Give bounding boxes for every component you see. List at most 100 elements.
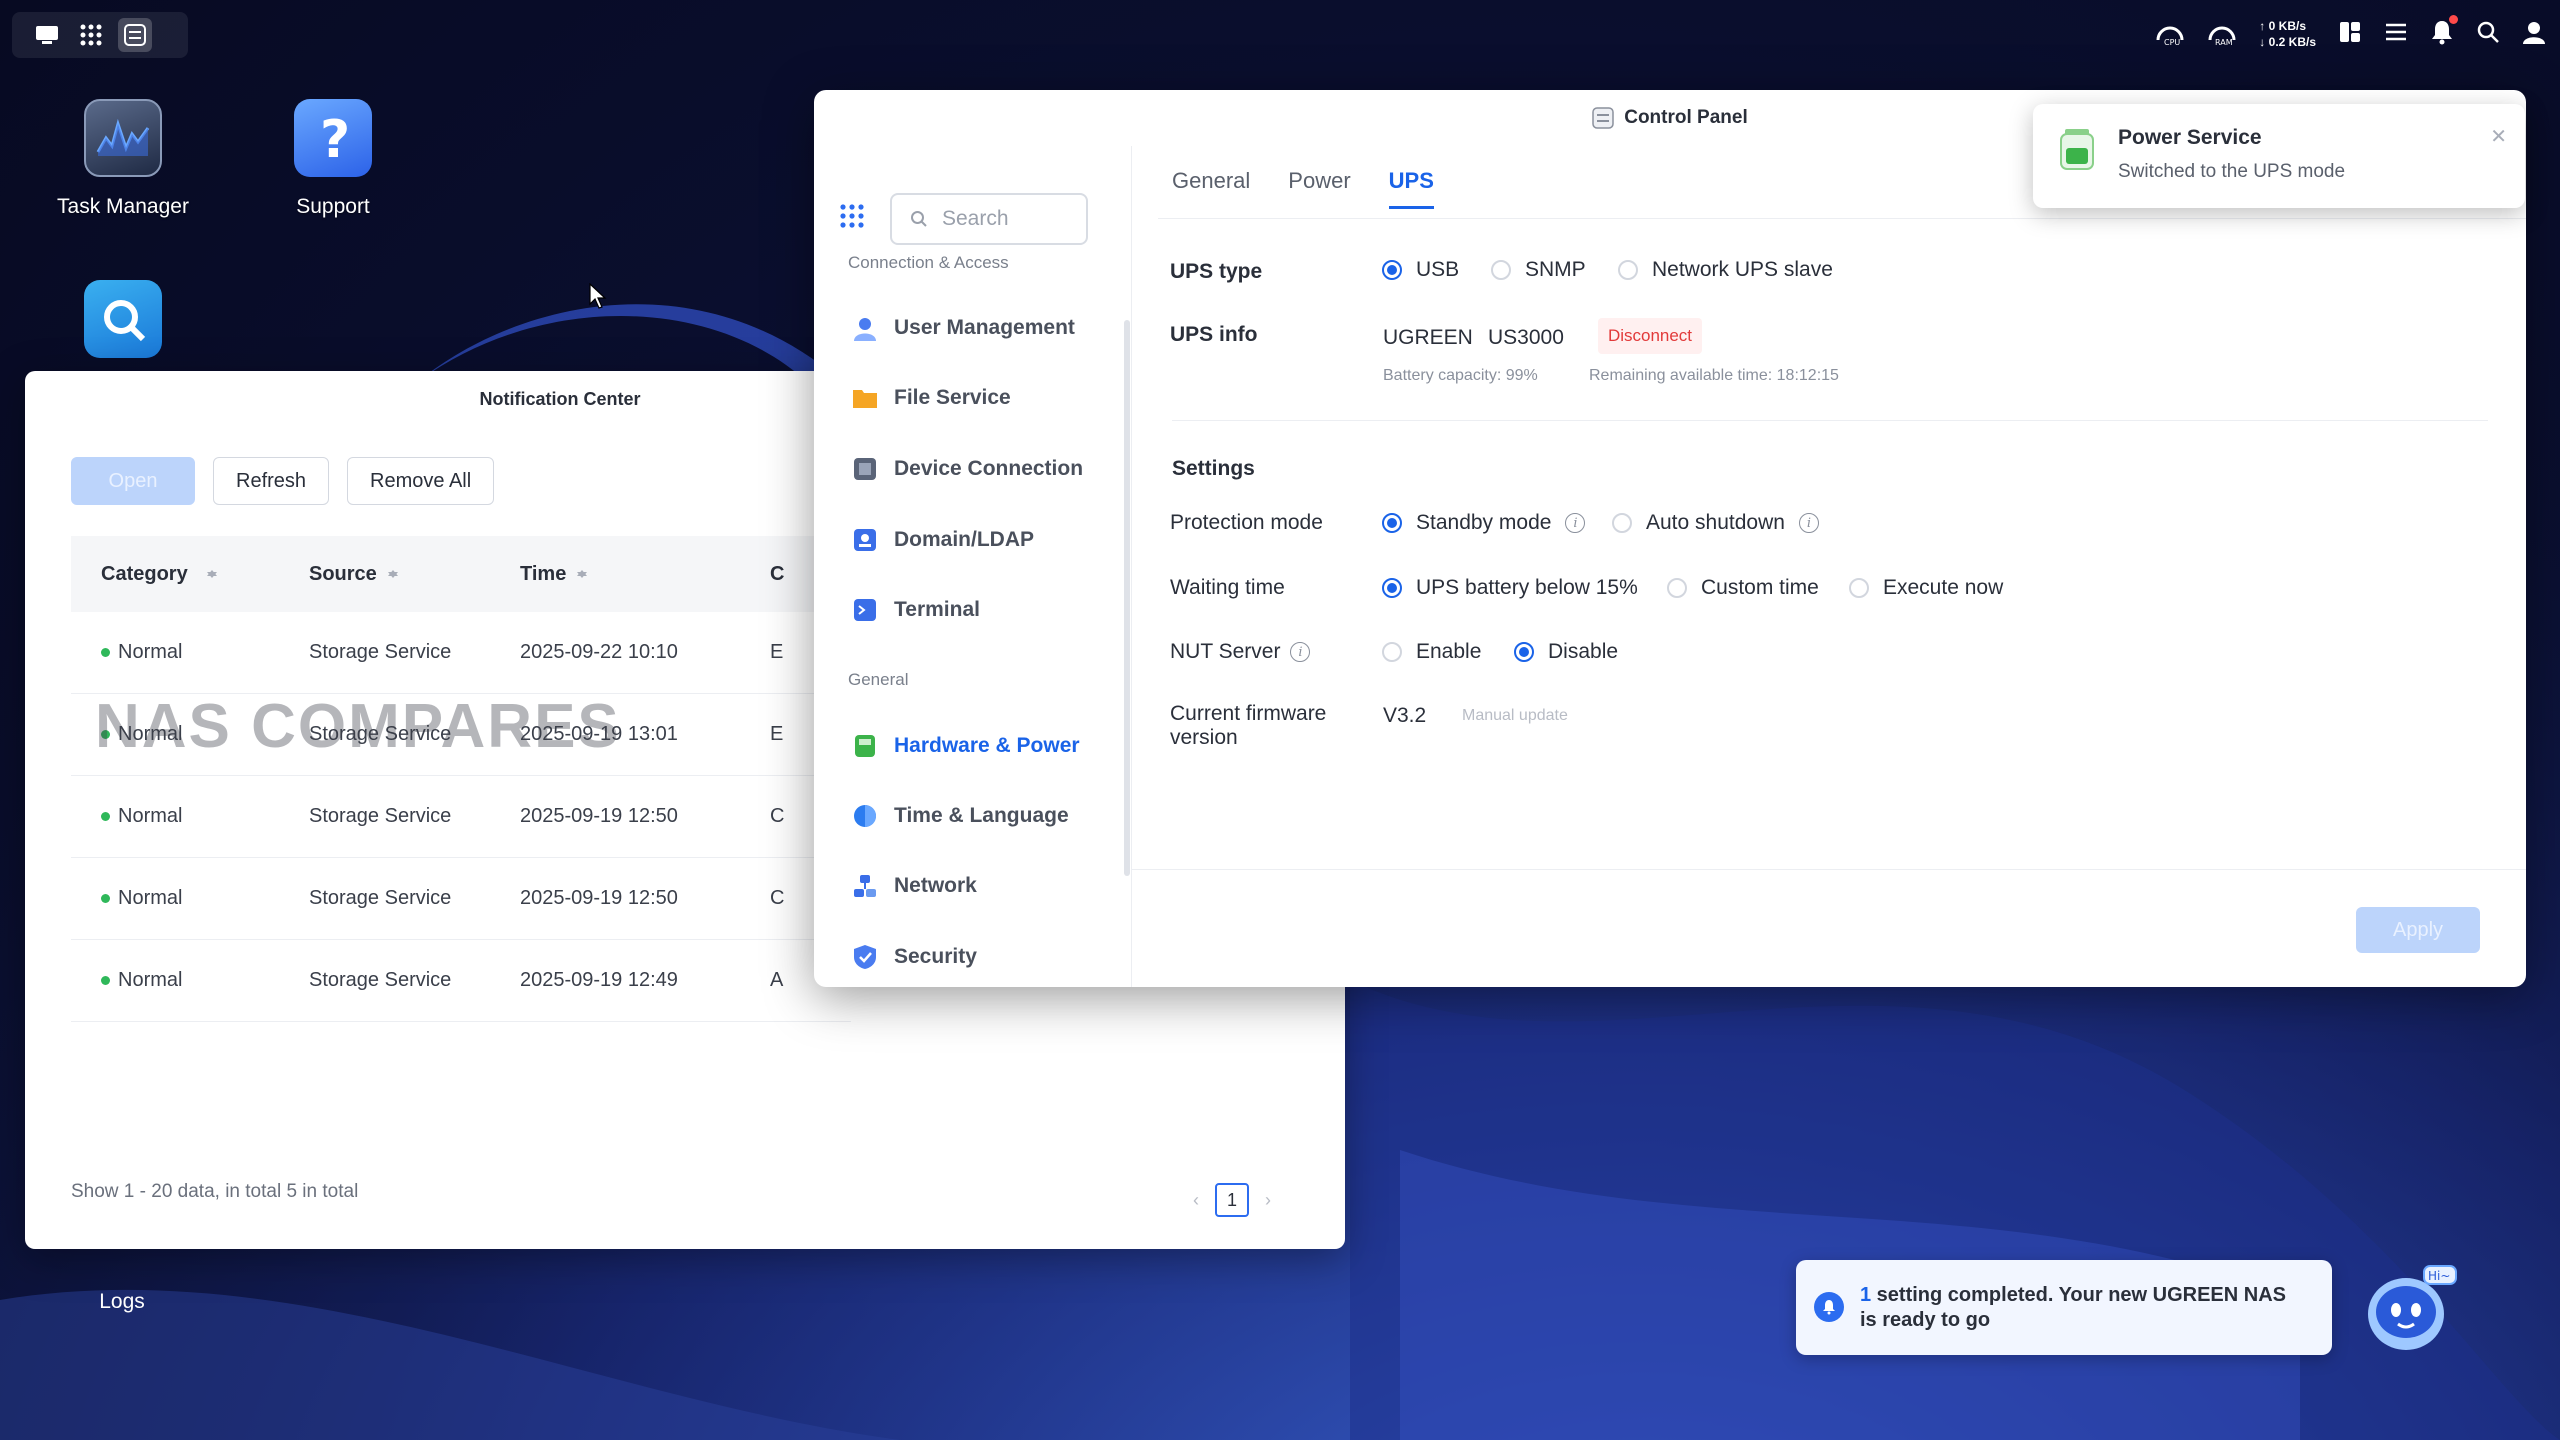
radio-selected[interactable] [1382,260,1402,280]
sidebar-item-terminal[interactable]: Terminal [852,590,980,630]
ups-type-usb-radio[interactable]: USB [1382,258,1459,282]
ram-gauge-icon[interactable]: RAM [2207,18,2237,51]
desktop-shortcut-search[interactable] [38,280,208,358]
waiting-time-label: Waiting time [1170,576,1285,599]
ups-model: US3000 [1488,326,1564,349]
ups-info-label: UPS info [1170,323,1258,346]
ups-type-snmp-radio[interactable]: SNMP [1491,258,1586,282]
robot-greeting: Hi~ [2428,1269,2450,1283]
setup-assistant-bubble[interactable]: 1 setting completed. Your new UGREEN NAS… [1796,1260,2332,1355]
nut-disable-radio[interactable]: Disable [1514,640,1618,664]
desktop-shortcut-support[interactable]: ? Support [248,99,418,219]
prev-page-icon[interactable]: ‹ [1193,1190,1199,1211]
apply-button[interactable]: Apply [2356,907,2480,953]
info-icon[interactable]: i [1798,513,1819,533]
execute-now-radio[interactable]: Execute now [1849,576,2003,600]
device-icon [852,456,878,482]
hardware-power-icon [852,733,878,759]
remove-all-button[interactable]: Remove All [347,457,495,505]
tab-general[interactable]: General [1172,168,1250,209]
toast-title: Power Service [2118,126,2262,149]
settings-heading: Settings [1172,457,1255,480]
info-icon[interactable]: i [1290,642,1311,662]
sort-icon[interactable] [387,565,399,583]
refresh-button[interactable]: Refresh [213,457,330,505]
tab-ups[interactable]: UPS [1388,168,1434,209]
divider [1158,218,2526,219]
table-row[interactable]: Normal Storage Service 2025-09-19 12:49 … [71,940,851,1022]
desktop-label: Support [296,195,370,218]
manual-update-link[interactable]: Manual update [1462,707,1568,725]
sidebar-item-hardware-power[interactable]: Hardware & Power [852,726,1080,766]
cpu-gauge-icon[interactable]: CPU [2155,18,2185,51]
widgets-icon[interactable] [2338,20,2362,49]
sidebar-item-domain-ldap[interactable]: Domain/LDAP [852,520,1034,560]
radio-unselected[interactable] [1618,260,1638,280]
column-header-source[interactable]: Source [309,563,520,586]
page-number-button[interactable]: 1 [1215,1183,1249,1217]
assistant-message: 1 setting completed. Your new UGREEN NAS… [1860,1283,2286,1331]
desktop-label: Task Manager [57,195,189,218]
desktop-icon[interactable] [30,18,64,52]
table-row[interactable]: Normal Storage Service 2025-09-19 12:50 … [71,858,851,940]
tab-bar: General Power UPS [1172,168,1434,209]
battery-capacity: Battery capacity: 99% [1383,367,1538,384]
control-panel-taskbar-icon[interactable] [118,18,152,52]
divider [1132,869,2526,870]
sidebar-item-user-management[interactable]: User Management [852,308,1075,348]
source-cell: Storage Service [309,805,452,827]
bell-icon[interactable] [2430,14,2458,50]
radio-unselected[interactable] [1667,578,1687,598]
sidebar-scrollbar[interactable] [1124,320,1130,876]
sidebar-item-file-service[interactable]: File Service [852,378,1011,418]
nut-enable-radio[interactable]: Enable [1382,640,1481,664]
time-cell: 2025-09-19 12:50 [520,887,678,909]
network-icon [852,873,878,899]
user-icon[interactable] [2522,20,2546,49]
column-header-time[interactable]: Time [520,563,770,586]
sidebar-item-network[interactable]: Network [852,866,977,906]
battery-below-radio[interactable]: UPS battery below 15% [1382,576,1638,600]
sidebar-item-security[interactable]: Security [852,937,977,977]
disconnect-button[interactable]: Disconnect [1598,318,1702,354]
sidebar-group-general: General [848,670,909,689]
firmware-version-label: Current firmware version [1170,702,1327,749]
search-icon[interactable] [2476,20,2500,49]
open-button[interactable]: Open [71,457,195,505]
tab-power[interactable]: Power [1288,168,1350,209]
svg-text:CPU: CPU [2164,38,2180,46]
sort-icon[interactable] [206,565,218,583]
ups-type-network-slave-radio[interactable]: Network UPS slave [1618,258,1833,282]
column-header-category[interactable]: Category [71,563,309,586]
category-cell: Normal [118,969,183,991]
standby-mode-radio[interactable]: Standby mode i [1382,511,1586,535]
toast-message: Switched to the UPS mode [2118,161,2346,182]
category-cell: Normal [118,805,183,827]
radio-unselected[interactable] [1849,578,1869,598]
radio-unselected[interactable] [1382,642,1402,662]
next-page-icon[interactable]: › [1265,1190,1271,1211]
radio-unselected[interactable] [1612,513,1632,533]
sidebar-item-time-language[interactable]: Time & Language [852,796,1069,836]
desktop-label-logs[interactable]: Logs [52,1290,192,1314]
radio-selected[interactable] [1382,513,1402,533]
radio-selected[interactable] [1514,642,1534,662]
assistant-robot-icon[interactable]: Hi~ [2362,1260,2458,1356]
time-cell: 2025-09-19 12:49 [520,969,678,991]
desktop-shortcut-task-manager[interactable]: Task Manager [38,99,208,219]
radio-unselected[interactable] [1491,260,1511,280]
ups-battery-icon [2059,128,2095,175]
sort-icon[interactable] [576,565,588,583]
radio-selected[interactable] [1382,578,1402,598]
category-cell: Normal [118,641,183,663]
task-list-icon[interactable] [2384,20,2408,49]
sidebar-item-device-connection[interactable]: Device Connection [852,449,1083,489]
taskbar-launcher [12,12,188,58]
info-icon[interactable]: i [1565,513,1586,533]
close-icon[interactable]: ✕ [2490,124,2507,149]
auto-shutdown-radio[interactable]: Auto shutdown i [1612,511,1819,535]
table-row[interactable]: Normal Storage Service 2025-09-19 12:50 … [71,776,851,858]
custom-time-radio[interactable]: Custom time [1667,576,1819,600]
app-grid-icon[interactable] [74,18,108,52]
table-row[interactable]: Normal Storage Service 2025-09-22 10:10 … [71,612,851,694]
